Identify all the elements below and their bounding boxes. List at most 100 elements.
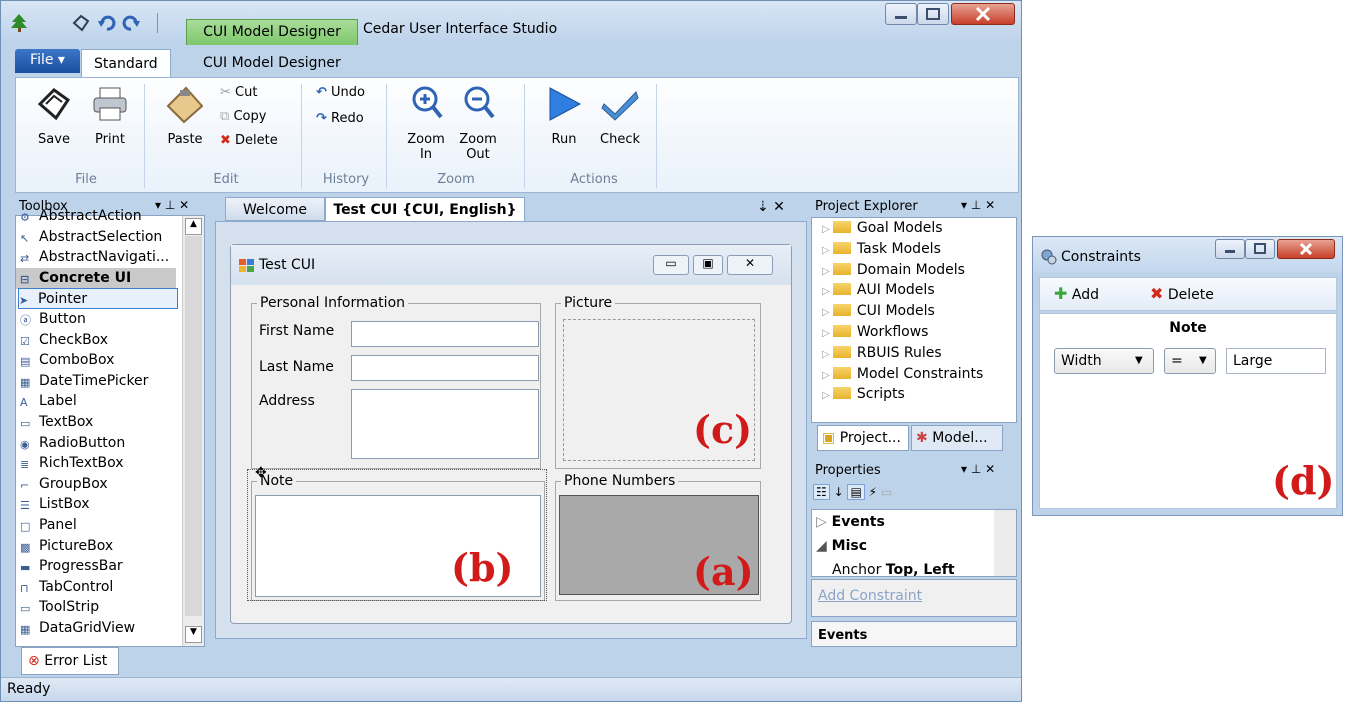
misc-row[interactable]: ◢ Misc: [816, 538, 867, 554]
tab-standard[interactable]: Standard: [81, 49, 171, 78]
maximize-button[interactable]: [917, 3, 949, 25]
project-tree-item[interactable]: ▷ CUI Models: [822, 303, 935, 319]
file-menu-button[interactable]: File ▾: [15, 49, 80, 73]
add-constraint-button[interactable]: ✚ Add: [1054, 284, 1099, 303]
add-constraint-link[interactable]: Add Constraint: [818, 588, 922, 604]
expand-icon[interactable]: ▷: [822, 266, 833, 277]
save-quick-icon[interactable]: [71, 13, 91, 33]
expand-icon[interactable]: ▷: [822, 286, 833, 297]
address-field[interactable]: [351, 389, 539, 459]
toolbox-item[interactable]: ☑ CheckBox: [20, 330, 108, 351]
constraints-minimize-button[interactable]: [1215, 239, 1245, 259]
toolbox-item[interactable]: ⌐ GroupBox: [20, 474, 108, 495]
project-explorer-pin-icon[interactable]: ▾ ⊥ ✕: [961, 198, 995, 212]
property-scrollbar[interactable]: [994, 510, 1016, 576]
toolbox-item[interactable]: ▭ TextBox: [20, 412, 93, 433]
constraints-close-button[interactable]: [1277, 239, 1335, 259]
form-maximize-button[interactable]: ▣: [693, 255, 723, 275]
tab-cui-model-designer[interactable]: CUI Model Designer: [191, 49, 353, 78]
zoom-in-button[interactable]: Zoom In: [406, 132, 446, 162]
check-button[interactable]: Check: [596, 132, 644, 147]
delete-constraint-button[interactable]: ✖ Delete: [1150, 284, 1214, 303]
project-tree-item[interactable]: ▷ Task Models: [822, 241, 941, 257]
project-tree-item[interactable]: ▷ AUI Models: [822, 282, 935, 298]
operator-select[interactable]: = ▼: [1164, 348, 1216, 374]
toolbox-item[interactable]: ▦ DataGridView: [20, 618, 135, 639]
expand-icon[interactable]: ▷: [822, 307, 833, 318]
expand-icon[interactable]: ▷: [822, 245, 833, 256]
anchor-row[interactable]: Anchor Top, Left: [832, 562, 955, 576]
toolbox-item[interactable]: ⇄ AbstractNavigati...: [20, 247, 169, 268]
minimize-button[interactable]: [885, 3, 917, 25]
toolbox-item[interactable]: ↖ AbstractSelection: [20, 227, 162, 248]
toolbox-item[interactable]: ⓐ Button: [20, 309, 86, 330]
toolbox-item[interactable]: ▩ PictureBox: [20, 536, 113, 557]
expand-icon[interactable]: ▷: [822, 349, 833, 360]
expand-icon[interactable]: ▷: [822, 370, 833, 381]
print-button[interactable]: Print: [88, 132, 132, 147]
toolbox-item[interactable]: □ Panel: [20, 515, 77, 536]
tab-model[interactable]: ✱ Model...: [911, 425, 1003, 451]
tab-project[interactable]: ▣ Project...: [817, 425, 909, 451]
project-tree-item[interactable]: ▷ Domain Models: [822, 262, 965, 278]
toolbox-item[interactable]: ▤ ComboBox: [20, 350, 114, 371]
tab-menu-close-icon[interactable]: ⇣ ✕: [757, 199, 785, 215]
events-row[interactable]: ▷ Events: [816, 514, 885, 530]
paste-button[interactable]: Paste: [160, 132, 210, 147]
properties-view-icon[interactable]: ▤: [847, 484, 865, 500]
last-name-field[interactable]: [351, 355, 539, 381]
window-title: Cedar User Interface Studio: [363, 21, 558, 37]
error-list-tab[interactable]: ⊗ Error List: [21, 647, 119, 675]
copy-button[interactable]: ⧉ Copy: [220, 106, 266, 128]
zoom-out-button[interactable]: Zoom Out: [458, 132, 498, 162]
expand-icon[interactable]: ▷: [822, 224, 833, 235]
close-button[interactable]: [951, 3, 1015, 25]
categorized-icon[interactable]: ☷: [813, 484, 830, 500]
redo-quick-icon[interactable]: [121, 13, 141, 33]
value-field[interactable]: Large: [1226, 348, 1326, 374]
expand-icon[interactable]: ▷: [822, 328, 833, 339]
tab-welcome[interactable]: Welcome: [225, 197, 325, 221]
project-tree-item[interactable]: ▷ Scripts: [822, 386, 905, 402]
project-tree-item[interactable]: ▷ RBUIS Rules: [822, 345, 942, 361]
toolbox-item[interactable]: ☰ ListBox: [20, 494, 90, 515]
properties-pin-icon[interactable]: ▾ ⊥ ✕: [961, 462, 995, 476]
first-name-field[interactable]: [351, 321, 539, 347]
scroll-up-arrow-icon[interactable]: ▲: [185, 218, 202, 235]
run-button[interactable]: Run: [544, 132, 584, 147]
move-handle-icon[interactable]: ✥: [255, 465, 267, 481]
form-minimize-button[interactable]: ▭: [653, 255, 689, 275]
delete-button[interactable]: ✖ Delete: [220, 130, 278, 152]
toolbox-pin-icon[interactable]: ▾ ⊥ ✕: [155, 198, 189, 212]
toolbox-item[interactable]: ▭ ToolStrip: [20, 597, 99, 618]
save-button[interactable]: Save: [32, 132, 76, 147]
undo-button[interactable]: ↶ Undo: [316, 82, 365, 104]
project-tree-item[interactable]: ▷ Workflows: [822, 324, 928, 340]
project-tree-item[interactable]: ▷ Model Constraints: [822, 366, 983, 382]
scroll-down-arrow-icon[interactable]: ▼: [185, 626, 202, 643]
property-pages-icon[interactable]: ▭: [881, 485, 892, 499]
cut-button[interactable]: ✂ Cut: [220, 82, 257, 104]
toolbox-item[interactable]: ≣ RichTextBox: [20, 453, 124, 474]
project-tree-item[interactable]: ▷ Goal Models: [822, 220, 943, 236]
alphabetical-icon[interactable]: ↓: [834, 485, 844, 499]
scroll-thumb[interactable]: [185, 236, 202, 616]
toolbox-item[interactable]: ▬ ProgressBar: [20, 556, 123, 577]
toolbox-item[interactable]: ◉ RadioButton: [20, 433, 125, 454]
tab-test-cui[interactable]: Test CUI {CUI, English}: [325, 197, 525, 221]
constraints-maximize-button[interactable]: [1245, 239, 1275, 259]
toolbox-item[interactable]: ➤ Pointer: [18, 288, 178, 310]
property-select[interactable]: Width ▼: [1054, 348, 1154, 374]
toolbox-item[interactable]: ▦ DateTimePicker: [20, 371, 148, 392]
toolbox-scrollbar[interactable]: ▲ ▼: [182, 216, 204, 646]
redo-button[interactable]: ↷ Redo: [316, 108, 364, 130]
richtext-icon: ≣: [20, 458, 30, 472]
events-view-icon[interactable]: ⚡: [869, 485, 877, 499]
undo-quick-icon[interactable]: [97, 13, 117, 33]
toolbox-item[interactable]: ⊟ Concrete UI: [16, 267, 176, 289]
form-close-button[interactable]: ✕: [727, 255, 773, 275]
toolbox-item[interactable]: ⚙ AbstractAction: [20, 206, 142, 227]
expand-icon[interactable]: ▷: [822, 390, 833, 401]
toolbox-item[interactable]: A Label: [20, 391, 77, 412]
toolbox-item[interactable]: ⊓ TabControl: [20, 577, 113, 598]
